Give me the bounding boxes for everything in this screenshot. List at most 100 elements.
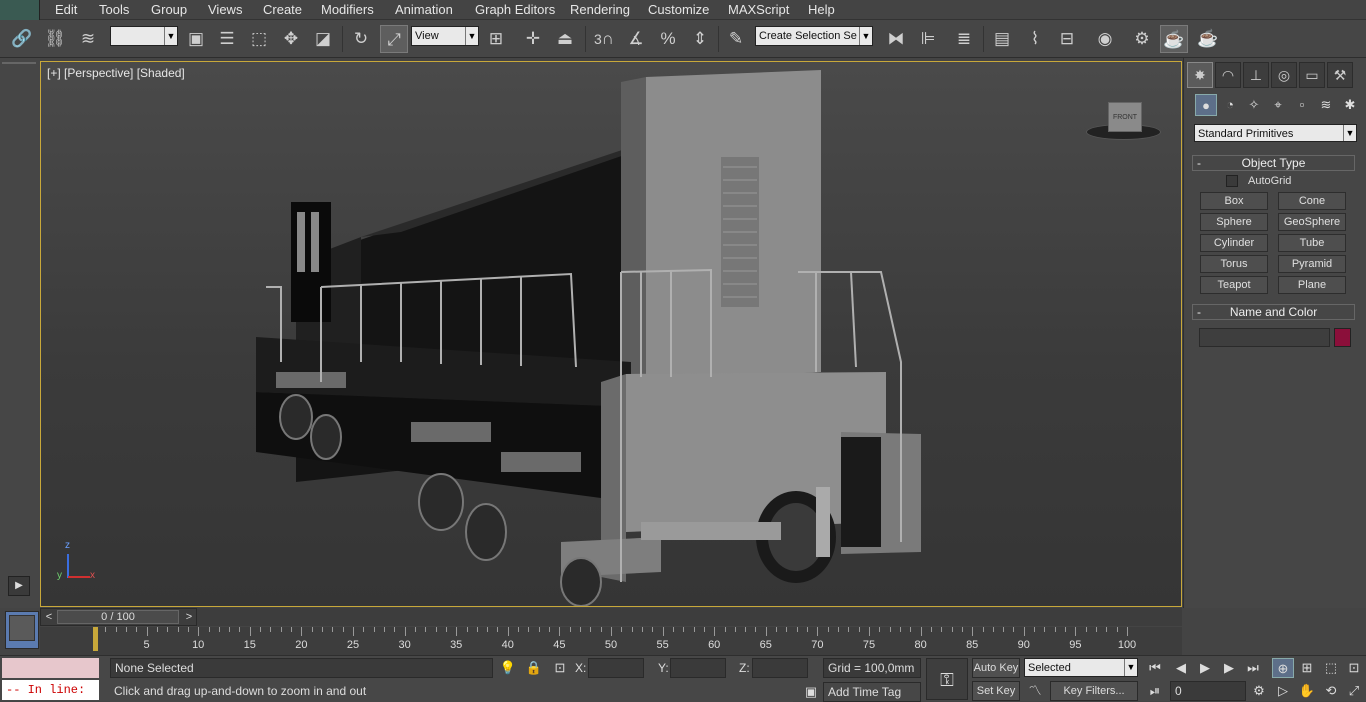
menu-group[interactable]: Group <box>151 2 187 17</box>
menu-animation[interactable]: Animation <box>395 2 453 17</box>
material-editor-icon[interactable]: ◉ <box>1091 25 1119 53</box>
object-name-field[interactable] <box>1199 328 1330 347</box>
select-and-manipulate-icon[interactable]: ✛ <box>519 25 547 53</box>
menu-tools[interactable]: Tools <box>99 2 129 17</box>
menu-help[interactable]: Help <box>808 2 835 17</box>
render-setup-icon[interactable]: ⚙ <box>1128 25 1156 53</box>
locomotive-model[interactable] <box>41 62 1181 606</box>
time-slider-track[interactable] <box>197 608 1182 626</box>
current-frame-field[interactable]: 0 <box>1170 681 1246 701</box>
torus-button[interactable]: Torus <box>1200 255 1268 273</box>
set-key-button[interactable]: Set Key <box>972 681 1020 701</box>
absolute-mode-icon[interactable]: ⊡ <box>549 658 571 678</box>
modify-tab-icon[interactable]: ◠ <box>1215 62 1241 88</box>
menu-maxscript[interactable]: MAXScript <box>728 2 789 17</box>
named-selection-sets-combo[interactable]: Create Selection Se ▼ <box>755 26 873 46</box>
unlink-selection-icon[interactable]: ⛓ <box>41 25 69 53</box>
bind-to-space-warp-icon[interactable]: ≋ <box>74 25 102 53</box>
hierarchy-tab-icon[interactable]: ⊥ <box>1243 62 1269 88</box>
geosphere-button[interactable]: GeoSphere <box>1278 213 1346 231</box>
teapot-button[interactable]: Teapot <box>1200 276 1268 294</box>
object-type-rollout[interactable]: - Object Type <box>1192 155 1355 171</box>
time-slider-thumb[interactable]: 0 / 100 <box>57 610 179 624</box>
mini-curve-editor-icon[interactable] <box>5 611 39 649</box>
menu-customize[interactable]: Customize <box>648 2 709 17</box>
box-button[interactable]: Box <box>1200 192 1268 210</box>
zoom-extents-all-icon[interactable]: ⊡ <box>1343 658 1365 678</box>
snaps-toggle-icon[interactable]: 3∩ <box>590 25 618 53</box>
go-to-start-icon[interactable]: ⏮ <box>1144 658 1166 678</box>
rectangular-selection-icon[interactable]: ⬚ <box>245 25 273 53</box>
x-coord-field[interactable] <box>588 658 644 678</box>
z-coord-field[interactable] <box>752 658 808 678</box>
tube-button[interactable]: Tube <box>1278 234 1346 252</box>
auto-key-button[interactable]: Auto Key <box>972 658 1020 678</box>
utilities-tab-icon[interactable]: ⚒ <box>1327 62 1353 88</box>
pyramid-button[interactable]: Pyramid <box>1278 255 1346 273</box>
maximize-viewport-icon[interactable]: ⤢ <box>1343 681 1365 701</box>
cylinder-button[interactable]: Cylinder <box>1200 234 1268 252</box>
current-frame-marker[interactable] <box>93 627 98 651</box>
go-to-end-icon[interactable]: ⏭ <box>1242 658 1264 678</box>
menu-modifiers[interactable]: Modifiers <box>321 2 374 17</box>
time-configuration-icon[interactable]: ⚙ <box>1248 681 1270 701</box>
use-pivot-center-icon[interactable]: ⊞ <box>482 25 510 53</box>
set-keys-key-icon[interactable]: ⚿ <box>926 658 968 700</box>
toggle-ribbon-icon[interactable]: ▤ <box>988 25 1016 53</box>
motion-tab-icon[interactable]: ◎ <box>1271 62 1297 88</box>
shapes-icon[interactable]: ◔ <box>1219 94 1241 116</box>
select-and-move-icon[interactable]: ✥ <box>277 25 305 53</box>
track-bar[interactable]: 5 10 15 20 25 30 35 40 45 50 55 60 65 70 75 80 85 90 95 100 <box>40 627 1182 655</box>
layer-explorer-icon[interactable]: ≣ <box>950 25 978 53</box>
display-tab-icon[interactable]: ▭ <box>1299 62 1325 88</box>
select-by-name-icon[interactable]: ☰ <box>213 25 241 53</box>
menu-edit[interactable]: Edit <box>55 2 77 17</box>
systems-icon[interactable]: ✱ <box>1339 94 1361 116</box>
cameras-icon[interactable]: ⌖ <box>1267 94 1289 116</box>
menu-create[interactable]: Create <box>263 2 302 17</box>
key-filters-button[interactable]: Key Filters... <box>1050 681 1138 701</box>
cone-button[interactable]: Cone <box>1278 192 1346 210</box>
select-and-scale-icon[interactable]: ⤢ <box>380 25 408 53</box>
sphere-button[interactable]: Sphere <box>1200 213 1268 231</box>
plane-button[interactable]: Plane <box>1278 276 1346 294</box>
select-and-rotate-icon[interactable]: ↻ <box>347 25 375 53</box>
schematic-view-icon[interactable]: ⊟ <box>1053 25 1081 53</box>
zoom-all-icon[interactable]: ⊞ <box>1296 658 1318 678</box>
key-mode-toggle-icon[interactable]: ⏯ <box>1144 681 1166 701</box>
name-and-color-rollout[interactable]: - Name and Color <box>1192 304 1355 320</box>
curve-editor-icon[interactable]: ⌇ <box>1021 25 1049 53</box>
zoom-icon[interactable]: ⊕ <box>1272 658 1294 678</box>
select-and-link-icon[interactable]: 🔗 <box>8 25 36 53</box>
reference-coordinate-combo[interactable]: View ▼ <box>411 26 479 46</box>
y-coord-field[interactable] <box>670 658 726 678</box>
space-warps-icon[interactable]: ≋ <box>1315 94 1337 116</box>
key-mode-combo[interactable]: Selected ▼ <box>1024 658 1138 677</box>
autogrid-checkbox[interactable] <box>1226 175 1238 187</box>
menu-rendering[interactable]: Rendering <box>570 2 630 17</box>
time-tag-icon[interactable]: ▣ <box>800 682 822 702</box>
play-icon[interactable]: ▶ <box>1194 658 1216 678</box>
mirror-icon[interactable]: ⧓ <box>882 25 910 53</box>
lights-icon[interactable]: ✧ <box>1243 94 1265 116</box>
angle-snap-icon[interactable]: ∡ <box>622 25 650 53</box>
viewcube[interactable]: FRONT <box>1108 102 1142 132</box>
previous-frame-icon[interactable]: ◀ <box>1170 658 1192 678</box>
pan-view-icon[interactable]: ✋ <box>1296 681 1318 701</box>
percent-snap-icon[interactable]: % <box>654 25 682 53</box>
spinner-snap-icon[interactable]: ⇕ <box>686 25 714 53</box>
align-icon[interactable]: ⊫ <box>914 25 942 53</box>
create-tab-icon[interactable]: ✸ <box>1187 62 1213 88</box>
keyboard-shortcut-override-icon[interactable]: ⏏ <box>551 25 579 53</box>
perspective-viewport[interactable]: [+] [Perspective] [Shaded] FRONT z y x <box>40 61 1182 607</box>
maxscript-listener-input[interactable]: -- In line: <box>2 680 99 700</box>
selection-lock-icon[interactable]: 🔒 <box>523 658 545 678</box>
maxscript-listener-top[interactable] <box>2 658 99 678</box>
add-time-tag-button[interactable]: Add Time Tag <box>823 682 921 702</box>
field-of-view-icon[interactable]: ▷ <box>1272 681 1294 701</box>
isolate-selection-icon[interactable]: 💡 <box>497 658 519 678</box>
selection-filter-combo[interactable]: ▼ <box>110 26 178 46</box>
geometry-icon[interactable]: ● <box>1195 94 1217 116</box>
rendered-frame-window-icon[interactable]: ☕ <box>1160 25 1188 53</box>
select-object-icon[interactable]: ▣ <box>182 25 210 53</box>
